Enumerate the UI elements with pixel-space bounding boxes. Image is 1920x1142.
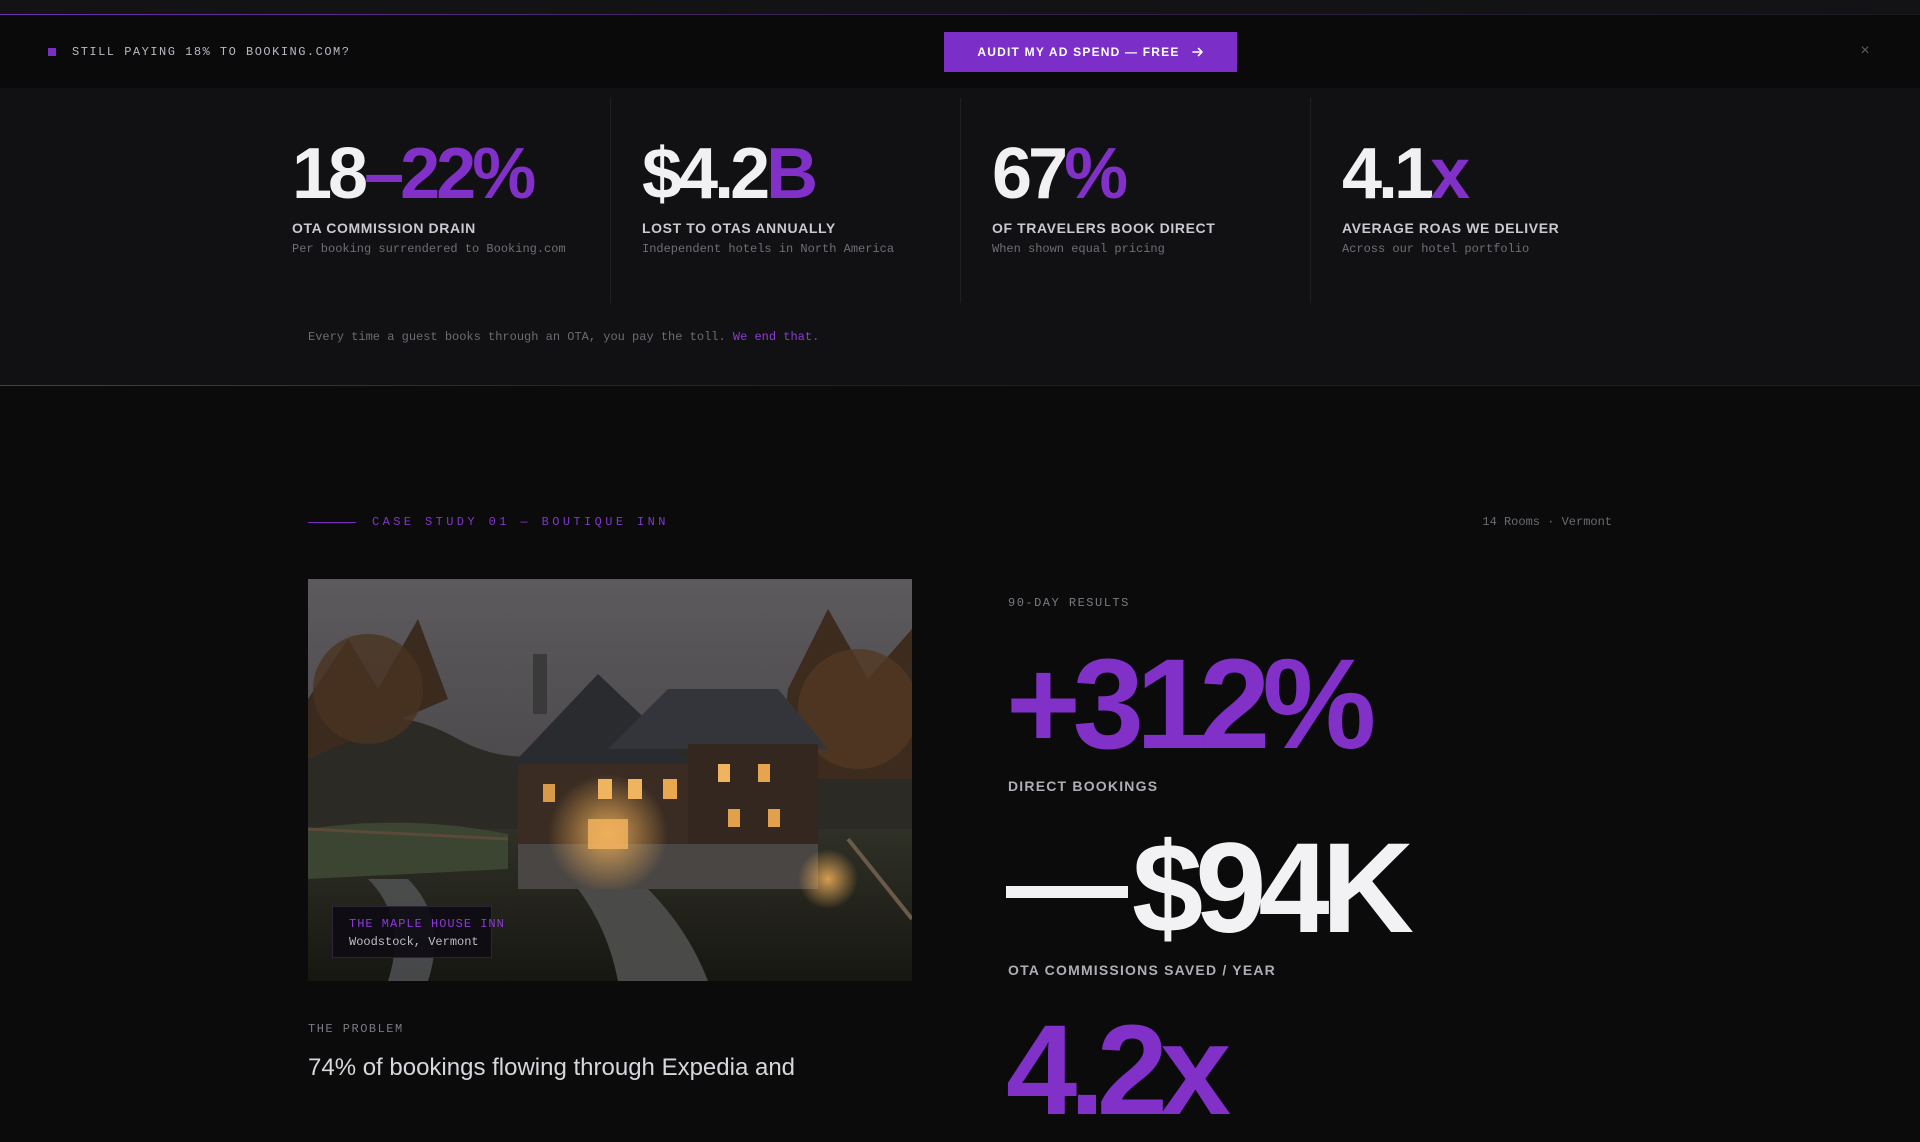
stat-divider [1310,98,1311,303]
stat-value: 4.1x [1342,134,1470,214]
announcement-message: STILL PAYING 18% TO BOOKING.COM? [72,45,351,59]
result-commissions-saved-value: $94K [1006,824,1414,954]
result-direct-bookings-label: DIRECT BOOKINGS [1008,778,1159,794]
audit-ad-spend-button[interactable]: AUDIT MY AD SPEND — FREE [944,32,1237,72]
result-roas-value: 4.2x [1006,999,1231,1142]
stat-label: OF TRAVELERS BOOK DIRECT [992,220,1216,236]
stat-roas: 4.1x AVERAGE ROAS WE DELIVER Across our … [1342,88,1692,303]
property-name: THE MAPLE HOUSE INN [349,917,505,931]
stat-commission: 18–22% OTA COMMISSION DRAIN Per booking … [292,88,642,303]
arrow-right-icon [1191,47,1203,57]
bullet-square-icon [48,48,56,56]
stats-note: Every time a guest books through an OTA,… [308,330,820,344]
stat-sub: Independent hotels in North America [642,242,895,256]
stat-divider [610,98,611,303]
case-study-header: CASE STUDY 01 — BOUTIQUE INN 14 Rooms · … [308,515,1612,531]
stat-value: 18–22% [292,134,536,214]
stat-label: AVERAGE ROAS WE DELIVER [1342,220,1560,236]
we-end-that-link[interactable]: We end that. [733,330,819,344]
stat-sub: When shown equal pricing [992,242,1165,256]
stat-value: $4.2B [642,134,818,214]
problem-label: THE PROBLEM [308,1022,404,1036]
audit-button-label: AUDIT MY AD SPEND — FREE [977,45,1180,59]
stat-book-direct: 67% OF TRAVELERS BOOK DIRECT When shown … [992,88,1342,303]
property-location: Woodstock, Vermont [349,935,479,949]
close-icon[interactable]: × [1855,41,1875,61]
case-study-meta: 14 Rooms · Vermont [1482,515,1612,529]
result-direct-bookings-value: +312% [1006,633,1376,776]
stat-sub: Across our hotel portfolio [1342,242,1530,256]
dash-decoration [1006,886,1128,899]
eyebrow-rule [308,522,356,523]
stat-value: 67% [992,134,1128,214]
stats-section: 18–22% OTA COMMISSION DRAIN Per booking … [0,88,1920,386]
result-commissions-saved-label: OTA COMMISSIONS SAVED / YEAR [1008,962,1276,978]
stat-lost: $4.2B LOST TO OTAS ANNUALLY Independent … [642,88,992,303]
case-study-eyebrow: CASE STUDY 01 — BOUTIQUE INN [372,515,669,529]
results-label: 90-DAY RESULTS [1008,596,1130,610]
stat-sub: Per booking surrendered to Booking.com [292,242,566,256]
stat-label: OTA COMMISSION DRAIN [292,220,476,236]
property-badge: THE MAPLE HOUSE INN Woodstock, Vermont [332,906,504,958]
announcement-bar: STILL PAYING 18% TO BOOKING.COM? AUDIT M… [0,15,1920,88]
inn-photo: THE MAPLE HOUSE INN Woodstock, Vermont [308,579,912,981]
stat-divider [960,98,961,303]
top-accent-strip [0,0,1920,15]
problem-text: 74% of bookings flowing through Expedia … [308,1054,796,1081]
stat-label: LOST TO OTAS ANNUALLY [642,220,836,236]
